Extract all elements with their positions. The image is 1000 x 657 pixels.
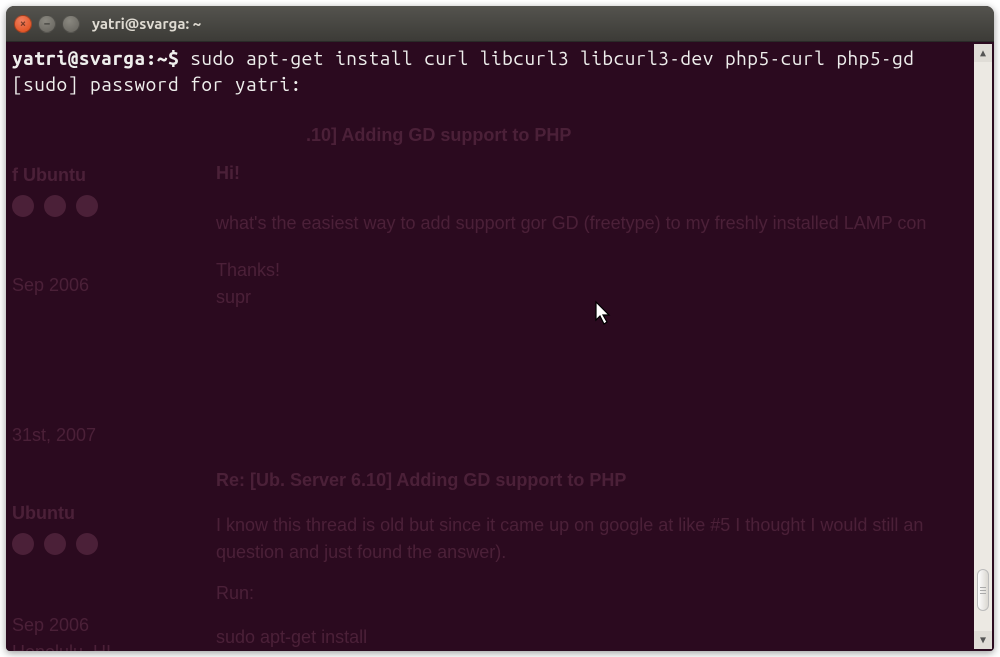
window-title: yatri@svarga: ~: [92, 15, 201, 32]
bg-text: Run:: [216, 580, 254, 607]
terminal-window: × – yatri@svarga: ~ .10] Adding GD suppo…: [6, 6, 994, 651]
bg-text: what's the easiest way to add support go…: [216, 210, 926, 237]
prompt-symbol: $: [168, 47, 179, 69]
scroll-up-icon[interactable]: ▲: [974, 44, 992, 62]
prompt-user: yatri@svarga: [12, 47, 146, 69]
bg-text: I know this thread is old but since it c…: [216, 512, 923, 539]
window-controls: × –: [14, 15, 80, 33]
minimize-icon[interactable]: –: [38, 15, 56, 33]
scrollbar[interactable]: ▲ ▼: [974, 44, 992, 649]
scroll-down-icon[interactable]: ▼: [974, 631, 992, 649]
bg-icons: [12, 195, 98, 217]
scroll-thumb[interactable]: [977, 569, 989, 611]
bg-text: f Ubuntu: [12, 162, 98, 189]
bg-text: Honolulu, HI: [12, 639, 111, 651]
close-icon[interactable]: ×: [14, 15, 32, 33]
bg-text: sudo apt-get install: [216, 624, 367, 651]
maximize-icon[interactable]: [62, 15, 80, 33]
bg-text: Ubuntu: [12, 500, 98, 527]
bg-icons: [12, 533, 98, 555]
bg-text: Sep 2006: [12, 612, 111, 639]
bg-text: .10] Adding GD support to PHP: [306, 122, 571, 149]
terminal-transparency-background: .10] Adding GD support to PHP f Ubuntu H…: [6, 42, 994, 651]
command-text: sudo apt-get install curl libcurl3 libcu…: [190, 47, 914, 69]
mouse-cursor-icon: [594, 300, 614, 326]
bg-text: 31st, 2007: [12, 422, 96, 449]
bg-text: Thanks!: [216, 257, 280, 284]
bg-text: Hi!: [216, 160, 240, 187]
window-titlebar[interactable]: × – yatri@svarga: ~: [6, 6, 994, 42]
bg-text: question and just found the answer).: [216, 539, 923, 566]
terminal-content[interactable]: yatri@svarga:~$ sudo apt-get install cur…: [12, 46, 988, 97]
prompt-path: ~: [157, 47, 168, 69]
bg-text: Re: [Ub. Server 6.10] Adding GD support …: [216, 467, 626, 494]
terminal-area[interactable]: .10] Adding GD support to PHP f Ubuntu H…: [6, 42, 994, 651]
output-line: [sudo] password for yatri:: [12, 73, 302, 95]
scroll-track[interactable]: [974, 62, 992, 631]
bg-text: Sep 2006: [12, 272, 89, 299]
bg-text: supr: [216, 284, 280, 311]
